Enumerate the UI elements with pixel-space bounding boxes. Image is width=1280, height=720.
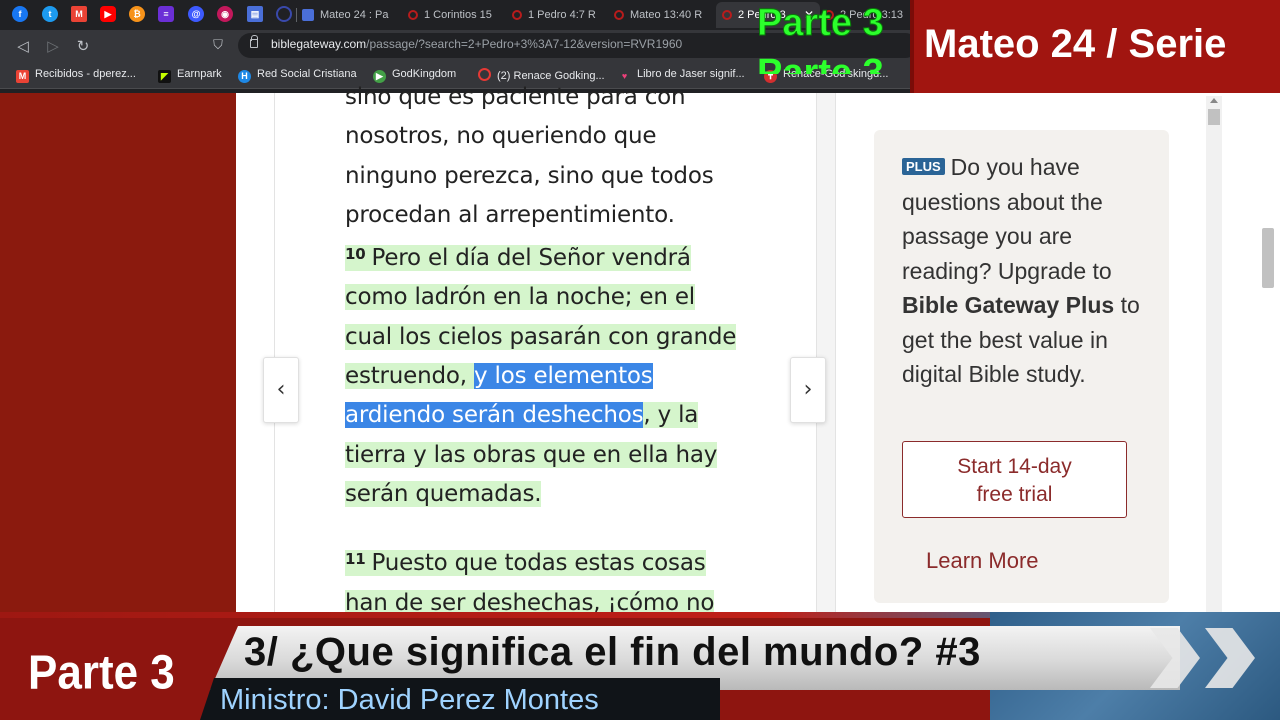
messenger-icon[interactable]: @ — [188, 6, 204, 22]
twitter-icon[interactable]: t — [42, 6, 58, 22]
left-border — [274, 93, 275, 613]
verse-text: cual los cielos pasarán con grande — [345, 323, 737, 350]
column-divider — [816, 93, 836, 613]
bookmark-label: Earnpark — [177, 68, 222, 80]
plus-badge: PLUS — [902, 158, 945, 175]
scroll-thumb[interactable] — [1208, 109, 1220, 125]
tab-mateo-13[interactable]: Mateo 13:40 R — [614, 2, 712, 28]
tab-label: Mateo 13:40 R — [630, 9, 703, 21]
tab-1-corintios[interactable]: 1 Corintios 15 — [408, 2, 506, 28]
verse-text: , y la — [643, 402, 699, 429]
gmail-icon: M — [16, 70, 29, 83]
bookmark-red-social[interactable]: H Red Social Cristiana — [238, 68, 357, 83]
lock-icon — [250, 35, 258, 48]
passage-text: sino que es paciente para con nosotros, … — [345, 78, 765, 623]
plus-promo-card: PLUS Do you have questions about the pass… — [874, 130, 1169, 603]
url-host: biblegateway.com — [271, 37, 367, 51]
parte-overlay-top-ghost: Parte 3 — [757, 54, 884, 74]
docs-tab-icon — [302, 9, 314, 22]
next-chapter-button[interactable]: › — [790, 357, 826, 423]
parte-overlay-top: Parte 3 — [757, 2, 885, 44]
tab-label: 1 Corintios 15 — [424, 9, 492, 21]
start-trial-button[interactable]: Start 14-day free trial — [902, 441, 1127, 518]
passage-line: nosotros, no queriendo que — [345, 123, 657, 150]
passage-line: sino que es paciente para con — [345, 84, 686, 110]
verse-text: serán quemadas. — [345, 480, 542, 507]
verse-number: 10 — [345, 245, 366, 264]
verse-text: estruendo, — [345, 363, 475, 390]
verse-text: Pero el día del Señor vendrá — [371, 245, 691, 272]
tab-mateo-24[interactable]: Mateo 24 : Pa — [302, 2, 402, 28]
verse-text: como ladrón en la noche; en el — [345, 284, 695, 311]
forward-icon[interactable]: ▷ — [42, 35, 64, 57]
tab-label: Mateo 24 : Pa — [320, 9, 389, 21]
parte-label: Parte 3 — [28, 645, 175, 700]
previous-chapter-button[interactable]: ‹ — [263, 357, 299, 423]
chevron-right-icon: › — [803, 377, 813, 402]
selected-text[interactable]: ardiendo serán deshechos — [345, 402, 644, 429]
back-icon[interactable]: ◁ — [12, 35, 34, 57]
docs-icon[interactable]: ▤ — [247, 6, 263, 22]
series-title: Mateo 24 / Serie — [924, 22, 1227, 66]
passage-line: ninguno perezca, sino que todos — [345, 162, 714, 189]
plus-brand: Bible Gateway Plus — [902, 292, 1115, 318]
tab-label: 1 Pedro 4:7 R — [528, 9, 596, 21]
youtube-icon[interactable]: ▶ — [100, 6, 116, 22]
verse-number: 11 — [345, 550, 366, 569]
learn-more-link[interactable]: Learn More — [926, 548, 1039, 574]
earnpark-icon: ◤ — [158, 70, 171, 83]
page-scroll-thumb[interactable] — [1262, 228, 1274, 288]
ticker-text: 3/ ¿Que significa el fin del mundo? #3 — [244, 630, 1144, 675]
app-circle-icon[interactable]: ◉ — [217, 6, 233, 22]
bookmark-recibidos[interactable]: M Recibidos - dperez... — [16, 68, 136, 83]
bitcoin-icon[interactable]: ₿ — [129, 6, 145, 22]
inner-scrollbar[interactable] — [1206, 96, 1222, 613]
scroll-up-icon[interactable] — [1210, 98, 1218, 103]
minister-name: Ministro: David Perez Montes — [220, 684, 599, 716]
bookmark-icon[interactable]: ⛉ — [207, 35, 229, 57]
biblegateway-tab-icon — [408, 10, 418, 21]
facebook-icon[interactable]: f — [12, 6, 28, 22]
url-text[interactable]: biblegateway.com/passage/?search=2+Pedro… — [271, 37, 682, 51]
trial-line-1: Start 14-day — [957, 455, 1072, 478]
app-icon[interactable]: ≡ — [158, 6, 174, 22]
verse-11: 11 Puesto que todas estas cosas — [345, 550, 706, 577]
tab-1-pedro[interactable]: 1 Pedro 4:7 R — [512, 2, 608, 28]
reload-icon[interactable]: ↻ — [72, 35, 94, 57]
bookmark-label: Recibidos - dperez... — [35, 68, 136, 80]
biblegateway-tab-icon — [722, 10, 732, 21]
series-banner: Mateo 24 / Serie — [910, 0, 1280, 95]
passage-line: procedan al arrepentimiento. — [345, 201, 675, 228]
loading-icon[interactable] — [276, 6, 292, 22]
network-icon: H — [238, 70, 251, 83]
chevron-left-icon: ‹ — [276, 377, 286, 402]
biblegateway-tab-icon — [614, 10, 624, 21]
trial-line-2: free trial — [976, 483, 1053, 506]
selected-text[interactable]: y los elementos — [474, 363, 653, 390]
ticker-title: 3/ ¿Que significa el fin del mundo? #3 — [244, 630, 981, 674]
gmail-icon[interactable]: M — [71, 6, 87, 22]
bookmark-earnpark[interactable]: ◤ Earnpark — [158, 68, 222, 83]
biblegateway-tab-icon — [512, 10, 522, 21]
verse-text: Puesto que todas estas cosas — [371, 550, 706, 577]
plus-promo-text: PLUS Do you have questions about the pass… — [902, 150, 1152, 392]
url-path: /passage/?search=2+Pedro+3%3A7-12&versio… — [366, 37, 683, 51]
verse-text: tierra y las obras que en ella hay — [345, 441, 718, 468]
bookmark-label: Red Social Cristiana — [257, 68, 357, 80]
verse-10: 10 Pero el día del Señor vendrá — [345, 245, 691, 272]
